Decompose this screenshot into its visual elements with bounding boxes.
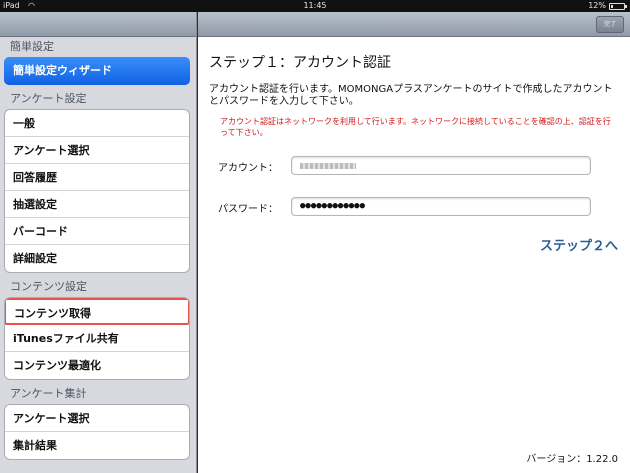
network-warning: アカウント認証はネットワークを利用して行います。ネットワークに接続していることを… [220, 117, 611, 137]
version-label: バージョン：1.22.0 [526, 454, 618, 465]
sidebar-item-totals-results[interactable]: 集計結果 [5, 432, 189, 459]
done-button[interactable]: 完了 [596, 16, 624, 33]
sidebar-item-lottery-settings[interactable]: 抽選設定 [5, 191, 189, 218]
main-navbar: 完了 [198, 12, 630, 37]
account-field[interactable] [291, 156, 591, 175]
section-header-survey-settings: アンケート設定 [10, 92, 87, 105]
sidebar-item-get-content[interactable]: コンテンツ取得 [5, 298, 189, 325]
sidebar-navbar [0, 12, 196, 37]
battery-icon [609, 3, 627, 10]
password-field[interactable]: ●●●●●●●●●●●● [291, 197, 591, 216]
account-label: アカウント： [218, 163, 278, 174]
sidebar-item-general[interactable]: 一般 [5, 110, 189, 137]
status-time: 11:45 [303, 1, 327, 10]
page-title: ステップ１：アカウント認証 [209, 55, 391, 71]
sidebar-item-itunes-file-sharing[interactable]: iTunesファイル共有 [5, 325, 189, 352]
survey-totals-group: アンケート選択 集計結果 [4, 404, 190, 460]
sidebar-item-barcode[interactable]: バーコード [5, 218, 189, 245]
sidebar-item-setup-wizard[interactable]: 簡単設定ウィザード [4, 57, 190, 85]
sidebar-item-totals-survey-select[interactable]: アンケート選択 [5, 405, 189, 432]
sidebar-item-answer-history[interactable]: 回答履歴 [5, 164, 189, 191]
sidebar: 簡単設定 簡単設定ウィザード アンケート設定 一般 アンケート選択 回答履歴 抽… [0, 12, 197, 473]
masked-account-value [300, 163, 356, 169]
battery-percent: 12% [588, 1, 606, 10]
section-header-survey-totals: アンケート集計 [10, 387, 87, 400]
next-step-button[interactable]: ステップ２へ [540, 235, 618, 254]
section-header-quick-setup: 簡単設定 [10, 40, 54, 53]
sidebar-item-advanced-settings[interactable]: 詳細設定 [5, 245, 189, 272]
survey-settings-group: 一般 アンケート選択 回答履歴 抽選設定 バーコード 詳細設定 [4, 109, 190, 273]
password-label: パスワード： [218, 204, 278, 215]
content-settings-group: コンテンツ取得 iTunesファイル共有 コンテンツ最適化 [4, 297, 190, 380]
status-bar: iPad ◠ 11:45 12% [0, 0, 630, 12]
main-panel: 完了 ステップ１：アカウント認証 アカウント認証を行います。MOMONGAプラス… [198, 12, 630, 473]
description-text: アカウント認証を行います。MOMONGAプラスアンケートのサイトで作成したアカウ… [209, 84, 613, 107]
section-header-content-settings: コンテンツ設定 [10, 280, 87, 293]
sidebar-item-survey-select[interactable]: アンケート選択 [5, 137, 189, 164]
sidebar-item-optimize-content[interactable]: コンテンツ最適化 [5, 352, 189, 379]
